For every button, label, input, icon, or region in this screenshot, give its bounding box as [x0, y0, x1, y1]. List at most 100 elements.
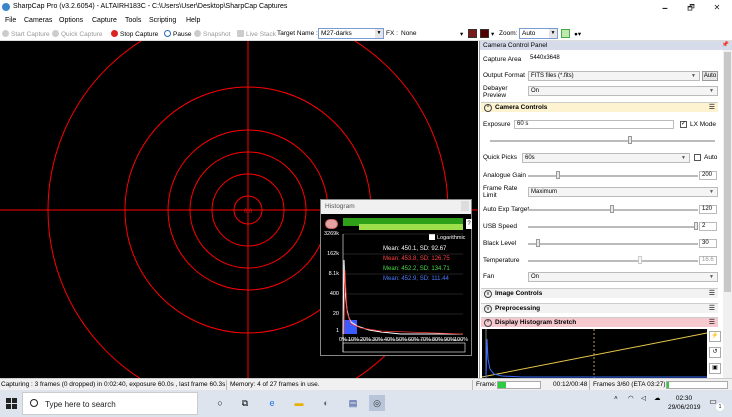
cortana-icon[interactable]: ○	[212, 395, 228, 411]
stop-capture-button[interactable]: Stop Capture	[111, 30, 158, 38]
exposure-slider-thumb[interactable]	[628, 136, 632, 144]
black-level-slider[interactable]	[528, 243, 698, 245]
red-filter-swatch[interactable]	[468, 29, 477, 38]
maximize-button[interactable]: 🗗	[678, 0, 704, 15]
usb-speed-input[interactable]: 2	[699, 222, 717, 231]
expand-icon: v	[484, 290, 492, 298]
reticle-dropdown-icon[interactable]: ●▾	[574, 30, 581, 38]
tray-arrow-icon[interactable]: ˄	[614, 394, 618, 403]
exposure-input[interactable]: 60 s	[514, 120, 674, 129]
histogram-icon[interactable]	[561, 29, 570, 38]
zoom-select[interactable]: Auto ▼	[519, 28, 558, 39]
task-view-icon[interactable]: ⧉	[237, 395, 253, 411]
auto-stretch-icon[interactable]: ⚡	[709, 331, 721, 342]
exposure-slider[interactable]	[490, 140, 715, 142]
file-explorer-icon[interactable]: ▬	[291, 395, 307, 411]
analogue-gain-slider[interactable]	[528, 175, 698, 177]
save-stretch-icon[interactable]: ▣	[709, 363, 721, 374]
document-app-icon[interactable]: ▤	[345, 395, 361, 411]
panel-scrollbar[interactable]	[723, 50, 732, 378]
frame-progress-fill	[498, 382, 507, 388]
black-level-input[interactable]: 30	[699, 239, 717, 248]
x-tick: 80%	[432, 337, 444, 343]
sharpcap-app-icon	[2, 3, 10, 11]
output-format-label: Output Format	[483, 72, 525, 79]
debayer-preview-select[interactable]: On ▼	[528, 86, 718, 96]
x-tick: 100%	[454, 337, 469, 343]
hamburger-menu-icon[interactable]: ☰	[709, 103, 715, 113]
auto-exp-target-input[interactable]: 120	[699, 205, 717, 214]
quick-capture-button[interactable]: Quick Capture	[52, 30, 103, 38]
lx-mode-label: LX Mode	[690, 121, 717, 128]
camera-viewport[interactable]: 0.0 Histogram ? Logarithmic Mean: 450.1,…	[0, 41, 478, 378]
menu-file[interactable]: File	[5, 17, 16, 24]
fan-select[interactable]: On ▼	[528, 272, 718, 282]
output-format-select[interactable]: FITS files (*.fits) ▼	[528, 71, 700, 81]
fx-select[interactable]: None	[401, 30, 417, 37]
hamburger-menu-icon[interactable]: ☰	[709, 318, 715, 328]
chevron-down-icon: ▼	[681, 155, 686, 161]
analogue-gain-input[interactable]: 200	[699, 171, 717, 180]
hamburger-menu-icon[interactable]: ☰	[709, 289, 715, 299]
live-stack-button[interactable]: Live Stack	[237, 30, 276, 38]
menu-options[interactable]: Options	[59, 17, 83, 24]
black-level-slider-thumb[interactable]	[536, 239, 540, 247]
frame-rate-limit-select[interactable]: Maximum ▼	[528, 187, 718, 197]
app-icon[interactable]: ◐	[318, 395, 334, 411]
windows-start-icon[interactable]	[6, 398, 17, 409]
x-tick: 50%	[396, 337, 408, 343]
quick-picks-auto-checkbox[interactable]	[694, 154, 701, 161]
collapse-icon: ^	[484, 104, 492, 112]
capture-area-value[interactable]: 5440x3648	[528, 55, 718, 64]
zoom-dropdown-icon[interactable]: ▾	[491, 30, 494, 38]
section-camera-controls[interactable]: ^ Camera Controls ☰	[481, 102, 718, 112]
output-format-auto-button[interactable]: Auto	[702, 71, 718, 81]
histogram-window[interactable]: Histogram ? Logarithmic Mean: 450.1, SD:…	[320, 199, 472, 356]
onedrive-icon[interactable]: ☁	[654, 394, 661, 403]
auto-exp-target-slider-thumb[interactable]	[610, 205, 614, 213]
sharpcap-taskbar-icon[interactable]: ◎	[369, 395, 385, 411]
capture-area-label: Capture Area	[483, 56, 522, 63]
debayer-preview-label: Debayer Preview	[483, 85, 508, 99]
status-bar: Capturing : 3 frames (0 dropped) in 0:02…	[0, 378, 732, 390]
snapshot-button[interactable]: Snapshot	[194, 30, 230, 38]
menu-cameras[interactable]: Cameras	[24, 17, 52, 24]
usb-speed-slider[interactable]	[528, 226, 698, 228]
analogue-gain-slider-thumb[interactable]	[556, 171, 560, 179]
reset-stretch-icon[interactable]: ↺	[709, 347, 721, 358]
scrollbar-thumb[interactable]	[724, 52, 731, 292]
collapse-icon: ^	[484, 319, 492, 327]
lx-mode-checkbox[interactable]: ✓	[680, 121, 687, 128]
pin-icon[interactable]: 📌	[722, 41, 729, 50]
hamburger-menu-icon[interactable]: ☰	[709, 304, 715, 314]
volume-icon[interactable]: ◁	[641, 394, 646, 403]
stretch-histogram[interactable]	[481, 329, 708, 378]
start-capture-button[interactable]: Start Capture	[2, 30, 50, 38]
usb-speed-slider-thumb[interactable]	[694, 222, 698, 230]
menu-tools[interactable]: Tools	[125, 17, 141, 24]
minimize-button[interactable]: 🗕	[652, 0, 678, 15]
pause-icon	[164, 30, 171, 37]
menu-bar: File Cameras Options Capture Tools Scrip…	[0, 15, 732, 27]
fx-dropdown-icon[interactable]: ▾	[460, 30, 463, 38]
temperature-slider-thumb	[638, 256, 642, 264]
menu-help[interactable]: Help	[186, 17, 200, 24]
pause-button[interactable]: Pause	[164, 30, 191, 38]
reticle-color-swatch[interactable]	[480, 29, 489, 38]
clock[interactable]: 02:30 29/06/2019	[668, 394, 701, 412]
taskbar-search-box[interactable]: Type here to search	[22, 392, 198, 415]
window-title: SharpCap Pro (v3.2.6054) - ALTAIRH183C -…	[13, 3, 288, 10]
section-image-controls[interactable]: v Image Controls ☰	[481, 288, 718, 298]
target-name-input[interactable]: M27-darks ▼	[318, 28, 384, 39]
wifi-icon[interactable]: ◠	[628, 394, 634, 403]
menu-capture[interactable]: Capture	[92, 17, 117, 24]
edge-browser-icon[interactable]: e	[264, 395, 280, 411]
menu-scripting[interactable]: Scripting	[149, 17, 176, 24]
section-preprocessing[interactable]: v Preprocessing ☰	[481, 303, 718, 313]
chevron-down-icon: ▼	[709, 189, 714, 195]
close-button[interactable]: ✕	[704, 0, 730, 15]
quick-picks-select[interactable]: 60s ▼	[522, 153, 690, 163]
windows-taskbar: Type here to search ○ ⧉ e ▬ ◐ ▤ ◎ ˄ ◠ ◁ …	[0, 390, 732, 417]
temperature-slider	[528, 260, 698, 262]
section-display-histogram-stretch[interactable]: ^ Display Histogram Stretch ☰	[481, 317, 718, 327]
